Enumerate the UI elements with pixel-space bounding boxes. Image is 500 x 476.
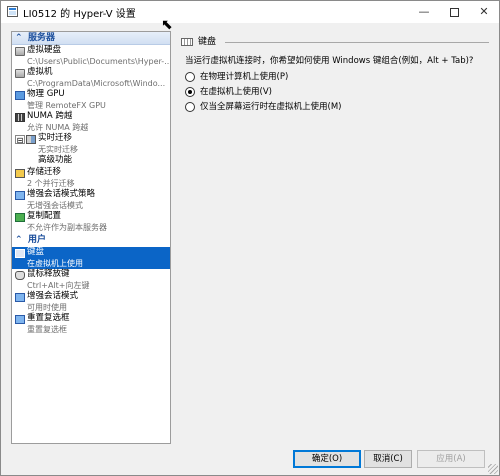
tree-item-sublabel: 不允许作为副本服务器 xyxy=(27,223,107,232)
cancel-button[interactable]: 取消(C) xyxy=(364,450,412,468)
settings-content: 键盘 当运行虚拟机连接时，你希望如何使用 Windows 键组合(例如，Alt … xyxy=(177,31,491,444)
hard-disk-icon xyxy=(15,47,25,56)
tree-item-sublabel: 允许 NUMA 跨越 xyxy=(27,123,89,132)
tree-item-label: 增强会话模式 xyxy=(27,291,79,301)
replication-icon xyxy=(15,213,25,222)
storage-icon xyxy=(15,169,25,178)
minimize-button[interactable]: — xyxy=(409,1,439,23)
tree-category-server[interactable]: ⌃ 服务器 xyxy=(12,32,170,45)
radio-button[interactable] xyxy=(185,72,195,82)
tree-item-label: 物理 GPU xyxy=(27,89,65,99)
tree-item-enhanced-session[interactable]: 增强会话模式 可用时使用 xyxy=(12,291,170,313)
radio-label[interactable]: 仅当全屏幕运行时在虚拟机上使用(M) xyxy=(200,101,341,114)
tree-item-sublabel: C:\ProgramData\Microsoft\Windo... xyxy=(27,79,166,88)
tree-item-sublabel: C:\Users\Public\Documents\Hyper-... xyxy=(27,57,171,66)
numa-icon xyxy=(15,113,25,122)
settings-window: LI0512 的 Hyper-V 设置 — ✕ ⬉ ⌃ 服务器 虚拟硬盘 C:\… xyxy=(0,0,500,476)
tree-item-virtual-machines[interactable]: 虚拟机 C:\ProgramData\Microsoft\Windo... xyxy=(12,67,170,89)
migration-icon xyxy=(26,135,36,144)
tree-item-storage-migration[interactable]: 存储迁移 2 个并行迁移 xyxy=(12,167,170,189)
tree-item-label: 虚拟机 xyxy=(27,67,53,77)
tree-item-live-migration[interactable]: ⊟ 实时迁移 无实时迁移 xyxy=(12,133,170,155)
tree-item-mouse-release-key[interactable]: 鼠标释放键 Ctrl+Alt+向左键 xyxy=(12,269,170,291)
title-bar[interactable]: LI0512 的 Hyper-V 设置 — ✕ xyxy=(1,1,499,23)
tree-item-label: 重置复选框 xyxy=(27,313,70,323)
tree-item-replication-config[interactable]: 复制配置 不允许作为副本服务器 xyxy=(12,211,170,233)
tree-item-physical-gpu[interactable]: 物理 GPU 管理 RemoteFX GPU xyxy=(12,89,170,111)
keyboard-prompt: 当运行虚拟机连接时，你希望如何使用 Windows 键组合(例如，Alt + T… xyxy=(185,56,474,66)
apply-button[interactable]: 应用(A) xyxy=(417,450,485,468)
chevron-up-icon[interactable]: ⌃ xyxy=(15,32,23,45)
tree-item-label: 鼠标释放键 xyxy=(27,269,70,279)
ok-button[interactable]: 确定(O) xyxy=(293,450,361,468)
maximize-icon xyxy=(449,7,459,17)
keyboard-icon xyxy=(181,38,193,46)
settings-tree[interactable]: ⌃ 服务器 虚拟硬盘 C:\Users\Public\Documents\Hyp… xyxy=(11,31,171,444)
tree-item-label: 高级功能 xyxy=(38,155,73,165)
tree-item-enhanced-session-policy[interactable]: 增强会话模式策略 无增强会话模式 xyxy=(12,189,170,211)
tree-item-sublabel: 在虚拟机上使用 xyxy=(27,259,83,268)
tree-item-sublabel: 2 个并行迁移 xyxy=(27,179,75,188)
vm-folder-icon xyxy=(15,69,25,78)
radio-button[interactable] xyxy=(185,102,195,112)
category-label: 服务器 xyxy=(28,33,56,43)
tree-item-keyboard[interactable]: 键盘 在虚拟机上使用 xyxy=(12,247,170,269)
tree-item-label: 复制配置 xyxy=(27,211,62,221)
radio-label[interactable]: 在虚拟机上使用(V) xyxy=(200,86,272,99)
tree-item-sublabel: 可用时使用 xyxy=(27,303,67,312)
section-title: 键盘 xyxy=(198,37,217,47)
tree-item-sublabel: 无增强会话模式 xyxy=(27,201,83,210)
tree-item-label: 实时迁移 xyxy=(38,133,73,143)
window-title: LI0512 的 Hyper-V 设置 xyxy=(23,9,136,20)
tree-item-sublabel: 无实时迁移 xyxy=(38,145,78,154)
enhanced-session-icon xyxy=(15,293,25,302)
tree-item-label: NUMA 跨越 xyxy=(27,111,73,121)
close-button[interactable]: ✕ xyxy=(469,1,499,23)
gpu-icon xyxy=(15,91,25,100)
tree-item-sublabel: 重置复选框 xyxy=(27,325,67,334)
radio-button-selected[interactable] xyxy=(185,87,195,97)
chevron-up-icon[interactable]: ⌃ xyxy=(15,234,23,247)
radio-label[interactable]: 在物理计算机上使用(P) xyxy=(200,71,288,84)
tree-item-label: 键盘 xyxy=(27,247,45,257)
section-header: 键盘 xyxy=(181,35,489,49)
resize-grip-icon[interactable] xyxy=(488,464,498,474)
section-divider xyxy=(225,42,489,43)
tree-item-sublabel: 管理 RemoteFX GPU xyxy=(27,101,106,110)
enhanced-session-icon xyxy=(15,191,25,200)
tree-item-reset-checkboxes[interactable]: 重置复选框 重置复选框 xyxy=(12,313,170,335)
hyperv-app-icon xyxy=(7,6,18,17)
tree-category-user[interactable]: ⌃ 用户 xyxy=(12,234,170,247)
category-label: 用户 xyxy=(28,235,47,245)
tree-item-label: 存储迁移 xyxy=(27,167,62,177)
tree-item-numa-spanning[interactable]: NUMA 跨越 允许 NUMA 跨越 xyxy=(12,111,170,133)
maximize-button[interactable] xyxy=(439,1,469,23)
keyboard-icon xyxy=(15,249,25,258)
mouse-icon xyxy=(15,271,25,280)
tree-item-label: 虚拟硬盘 xyxy=(27,45,62,55)
tree-item-sublabel: Ctrl+Alt+向左键 xyxy=(27,281,90,290)
tree-item-advanced-features[interactable]: 高级功能 xyxy=(12,155,170,167)
tree-item-label: 增强会话模式策略 xyxy=(27,189,96,199)
reset-checkbox-icon xyxy=(15,315,25,324)
expand-collapse-icon[interactable]: ⊟ xyxy=(15,135,25,145)
tree-item-virtual-disks[interactable]: 虚拟硬盘 C:\Users\Public\Documents\Hyper-... xyxy=(12,45,170,67)
